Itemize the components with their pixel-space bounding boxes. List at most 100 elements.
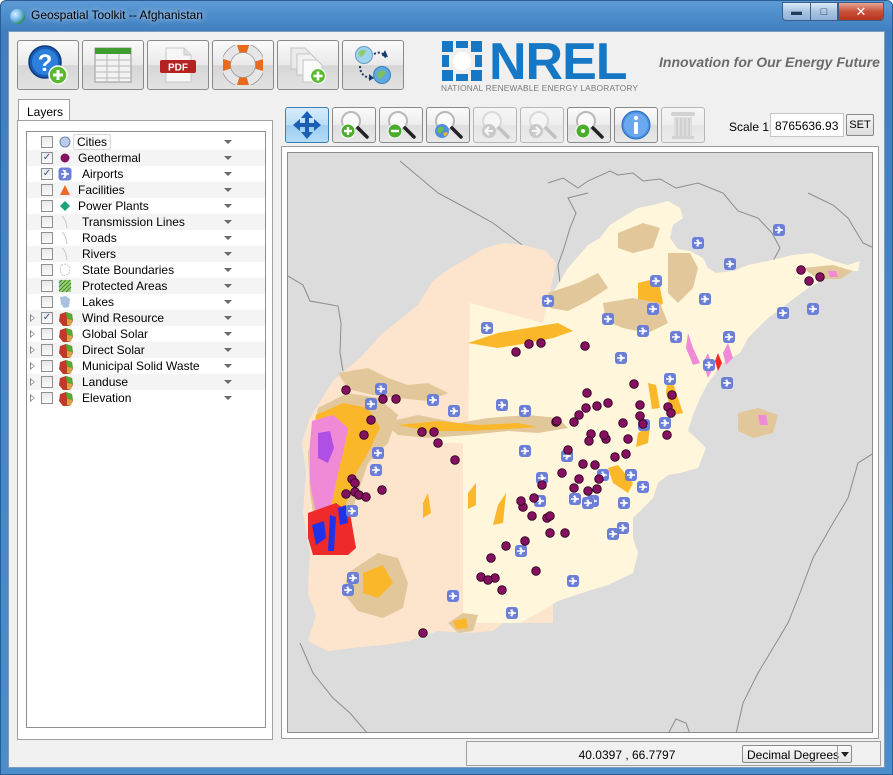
layer-options-dropdown-icon[interactable]: [224, 380, 232, 384]
geothermal-site-marker[interactable]: [557, 468, 567, 478]
layer-row-airports[interactable]: ✓ Airports: [27, 166, 265, 182]
airport-marker[interactable]: [347, 572, 359, 584]
layer-row-elevation[interactable]: Elevation: [27, 390, 265, 406]
geothermal-site-marker[interactable]: [592, 401, 602, 411]
geothermal-site-marker[interactable]: [618, 418, 628, 428]
title-bar[interactable]: Geospatial Toolkit -- Afghanistan ▬ □ ✕: [1, 1, 892, 31]
airport-marker[interactable]: [647, 303, 659, 315]
airport-marker[interactable]: [375, 383, 387, 395]
airport-marker[interactable]: [625, 469, 637, 481]
geothermal-site-marker[interactable]: [516, 496, 526, 506]
airport-marker[interactable]: [582, 497, 594, 509]
layer-row-municipal-solid-waste[interactable]: Municipal Solid Waste: [27, 358, 265, 374]
airport-marker[interactable]: [496, 399, 508, 411]
geothermal-site-marker[interactable]: [560, 528, 570, 538]
geothermal-site-marker[interactable]: [638, 419, 648, 429]
attribute-table-button[interactable]: [82, 40, 144, 90]
identify-button[interactable]: [614, 107, 658, 143]
layer-options-dropdown-icon[interactable]: [224, 252, 232, 256]
airport-marker[interactable]: [670, 331, 682, 343]
layer-options-dropdown-icon[interactable]: [224, 396, 232, 400]
airport-marker[interactable]: [519, 445, 531, 457]
map-svg[interactable]: [288, 153, 873, 733]
layer-visibility-checkbox[interactable]: [41, 200, 53, 212]
geothermal-site-marker[interactable]: [483, 575, 493, 585]
geothermal-site-marker[interactable]: [366, 415, 376, 425]
geothermal-site-marker[interactable]: [497, 585, 507, 595]
layer-visibility-checkbox[interactable]: ✓: [41, 168, 53, 180]
geothermal-site-marker[interactable]: [815, 272, 825, 282]
airport-marker[interactable]: [618, 497, 630, 509]
geothermal-site-marker[interactable]: [486, 553, 496, 563]
layer-visibility-checkbox[interactable]: ✓: [41, 152, 53, 164]
minimize-button[interactable]: ▬: [782, 2, 810, 21]
layer-options-dropdown-icon[interactable]: [224, 348, 232, 352]
geothermal-site-marker[interactable]: [635, 400, 645, 410]
airport-marker[interactable]: [637, 325, 649, 337]
layer-options-dropdown-icon[interactable]: [224, 220, 232, 224]
airport-marker[interactable]: [370, 464, 382, 476]
layer-visibility-checkbox[interactable]: [41, 184, 53, 196]
zoom-in-button[interactable]: [332, 107, 376, 143]
layer-visibility-checkbox[interactable]: [41, 344, 53, 356]
airport-marker[interactable]: [602, 313, 614, 325]
scale-input[interactable]: 8765636.93: [770, 113, 844, 137]
airport-marker[interactable]: [447, 590, 459, 602]
geothermal-site-marker[interactable]: [569, 417, 579, 427]
layer-row-state-boundaries[interactable]: State Boundaries: [27, 262, 265, 278]
geothermal-site-marker[interactable]: [667, 390, 677, 400]
geothermal-site-marker[interactable]: [359, 430, 369, 440]
help-button[interactable]: ?: [17, 40, 79, 90]
layer-visibility-checkbox[interactable]: [41, 136, 53, 148]
geothermal-site-marker[interactable]: [580, 341, 590, 351]
export-pdf-button[interactable]: PDF: [147, 40, 209, 90]
geothermal-site-marker[interactable]: [531, 566, 541, 576]
close-button[interactable]: ✕: [838, 2, 884, 21]
airport-marker[interactable]: [650, 275, 662, 287]
airport-marker[interactable]: [567, 575, 579, 587]
airport-marker[interactable]: [519, 405, 531, 417]
geothermal-site-marker[interactable]: [377, 485, 387, 495]
geothermal-site-marker[interactable]: [594, 474, 604, 484]
layer-visibility-checkbox[interactable]: [41, 248, 53, 260]
geothermal-site-marker[interactable]: [569, 483, 579, 493]
geothermal-site-marker[interactable]: [537, 480, 547, 490]
layer-visibility-checkbox[interactable]: [41, 296, 53, 308]
airport-marker[interactable]: [723, 331, 735, 343]
airport-marker[interactable]: [372, 447, 384, 459]
geothermal-site-marker[interactable]: [574, 474, 584, 484]
layer-row-roads[interactable]: Roads: [27, 230, 265, 246]
geothermal-site-marker[interactable]: [804, 276, 814, 286]
geothermal-site-marker[interactable]: [341, 385, 351, 395]
layer-visibility-checkbox[interactable]: [41, 376, 53, 388]
geothermal-site-marker[interactable]: [563, 445, 573, 455]
airport-marker[interactable]: [664, 373, 676, 385]
geothermal-site-marker[interactable]: [536, 338, 546, 348]
geothermal-site-marker[interactable]: [341, 489, 351, 499]
coordinate-units-select[interactable]: Decimal Degrees: [742, 745, 852, 763]
airport-marker[interactable]: [721, 377, 733, 389]
expand-arrow-icon[interactable]: [30, 394, 35, 402]
zoom-to-layer-button[interactable]: [567, 107, 611, 143]
geothermal-site-marker[interactable]: [621, 449, 631, 459]
geothermal-site-marker[interactable]: [501, 541, 511, 551]
layer-options-dropdown-icon[interactable]: [224, 316, 232, 320]
geothermal-site-marker[interactable]: [796, 265, 806, 275]
layer-visibility-checkbox[interactable]: [41, 280, 53, 292]
geothermal-site-marker[interactable]: [511, 347, 521, 357]
layer-options-dropdown-icon[interactable]: [224, 284, 232, 288]
layer-visibility-checkbox[interactable]: [41, 264, 53, 276]
layer-row-protected-areas[interactable]: Protected Areas: [27, 278, 265, 294]
airport-marker[interactable]: [615, 352, 627, 364]
layer-options-dropdown-icon[interactable]: [224, 172, 232, 176]
expand-arrow-icon[interactable]: [30, 314, 35, 322]
geothermal-site-marker[interactable]: [623, 434, 633, 444]
geothermal-site-marker[interactable]: [599, 430, 609, 440]
set-scale-button[interactable]: SET: [846, 114, 874, 136]
geothermal-site-marker[interactable]: [583, 486, 593, 496]
geothermal-site-marker[interactable]: [350, 478, 360, 488]
layer-row-landuse[interactable]: Landuse: [27, 374, 265, 390]
geothermal-site-marker[interactable]: [610, 452, 620, 462]
geothermal-site-marker[interactable]: [361, 492, 371, 502]
airport-marker[interactable]: [607, 528, 619, 540]
